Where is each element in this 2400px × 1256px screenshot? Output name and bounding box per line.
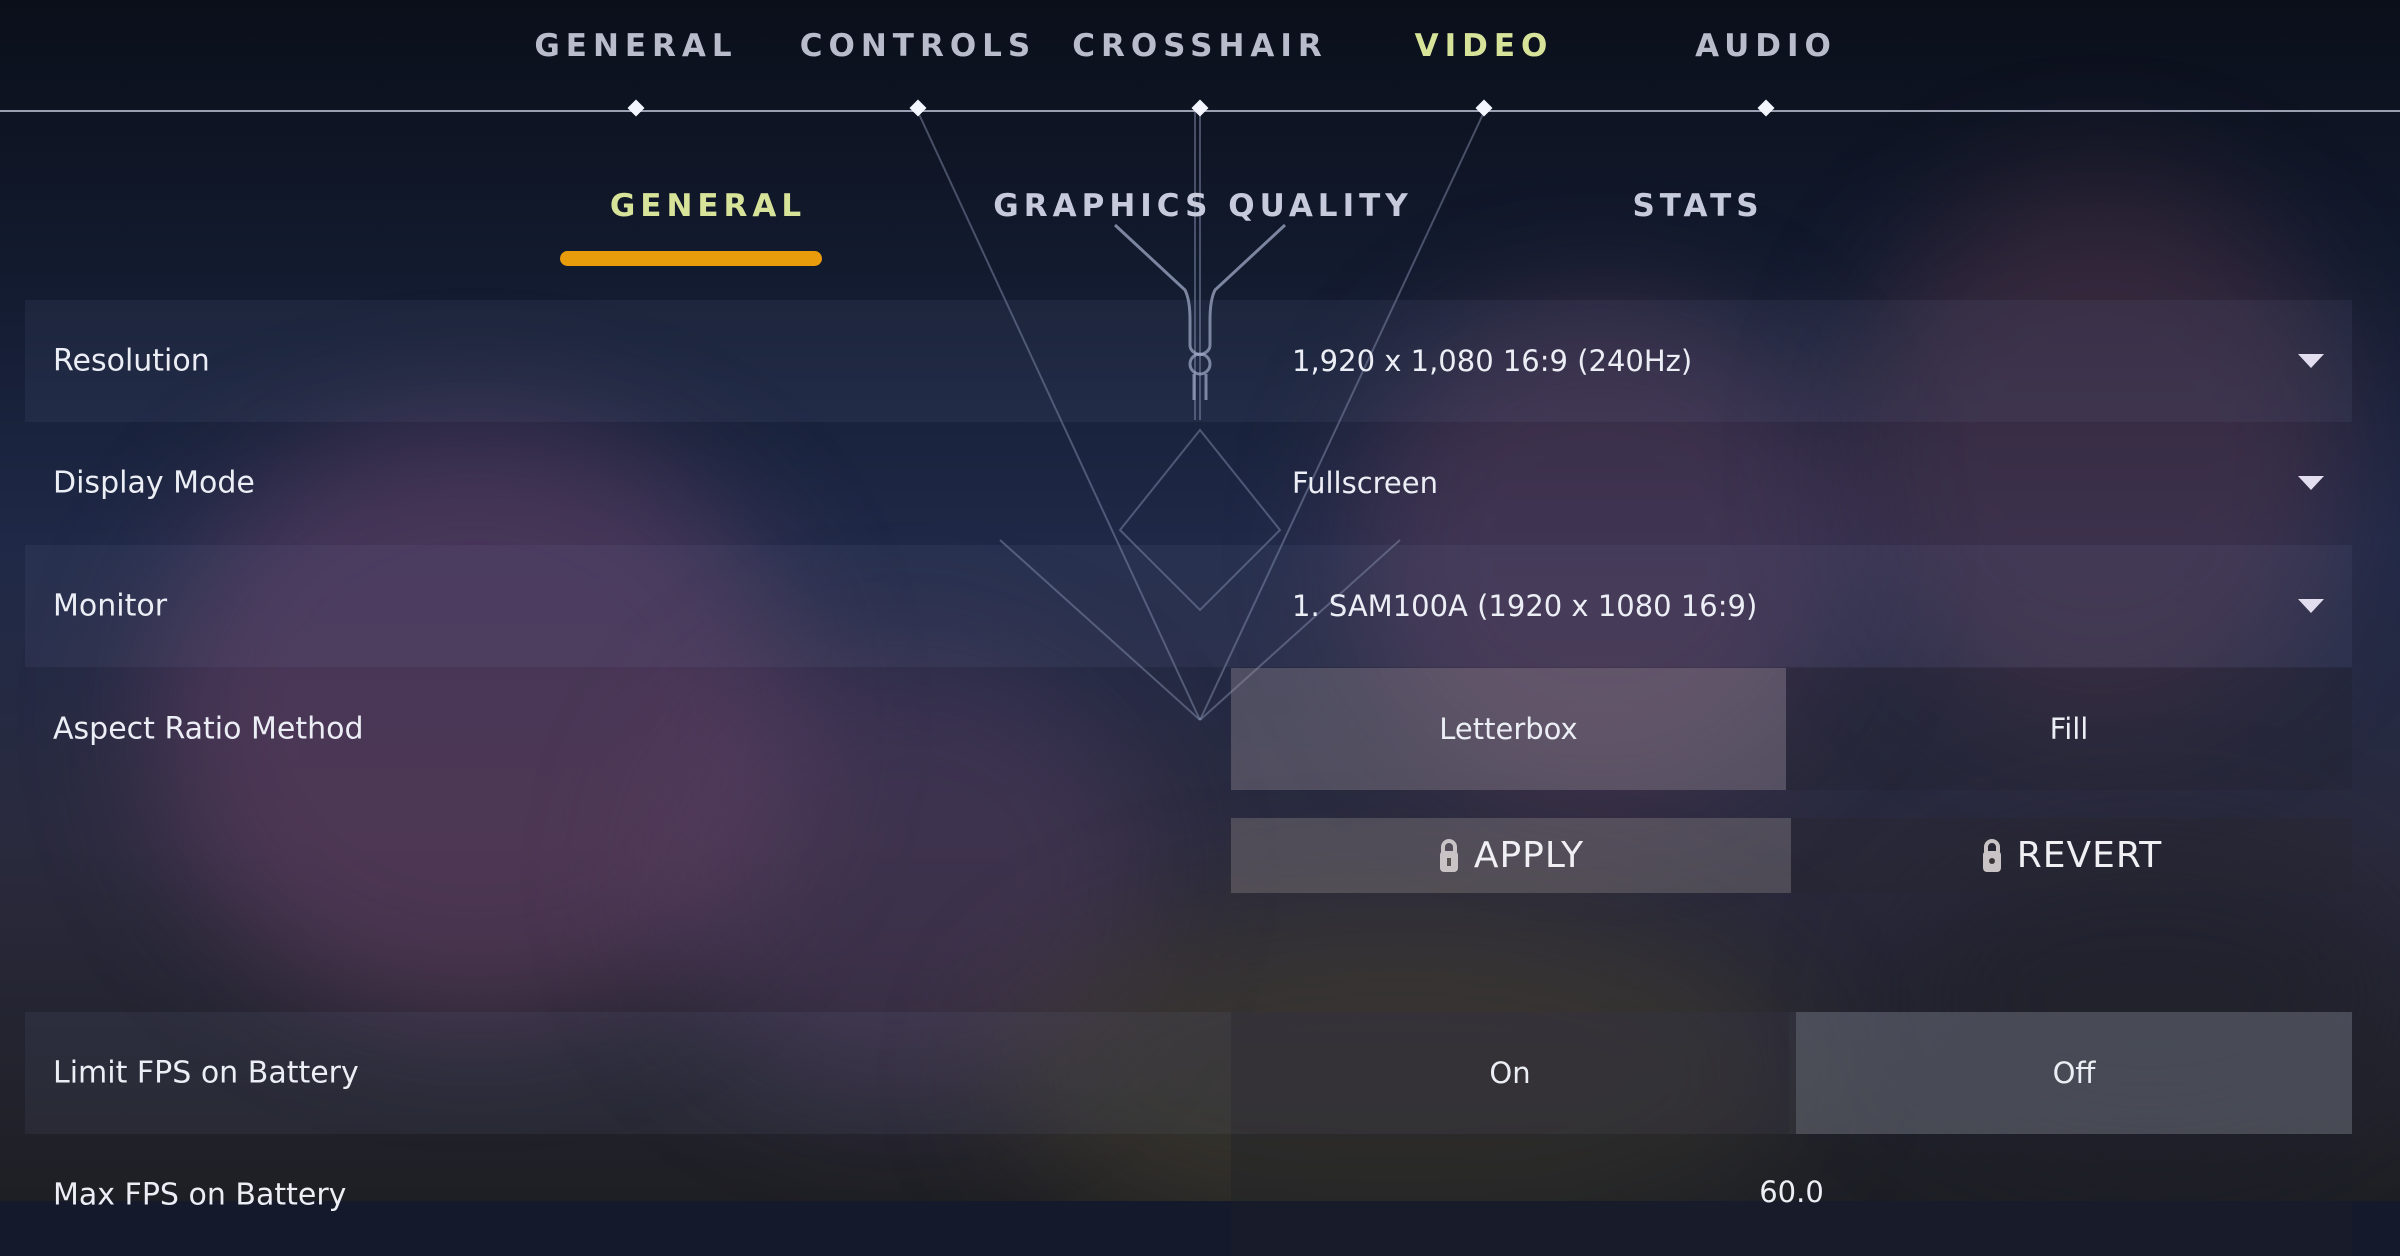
- limit-fps-option-on[interactable]: On: [1231, 1012, 1789, 1134]
- diamond-marker-icon: [909, 99, 927, 117]
- setting-label: Max FPS on Battery: [53, 1177, 347, 1213]
- diamond-marker-icon: [1757, 99, 1775, 117]
- setting-row-display-mode: Display Mode Fullscreen: [25, 422, 2352, 544]
- monitor-dropdown[interactable]: 1. SAM100A (1920 x 1080 16:9): [1230, 545, 2352, 667]
- setting-label: Resolution: [53, 343, 210, 379]
- chevron-down-icon: [2298, 599, 2324, 613]
- max-fps-input[interactable]: 60.0: [1231, 1134, 2352, 1256]
- limit-fps-option-off[interactable]: Off: [1796, 1012, 2352, 1134]
- setting-row-resolution: Resolution 1,920 x 1,080 16:9 (240Hz): [25, 300, 2352, 422]
- revert-label: REVERT: [2016, 835, 2163, 876]
- chevron-down-icon: [2298, 476, 2324, 490]
- sub-tab-general[interactable]: GENERAL: [610, 188, 806, 224]
- lock-icon: [1982, 838, 2001, 872]
- diamond-marker-icon: [627, 99, 645, 117]
- setting-label: Display Mode: [53, 465, 255, 501]
- setting-label: Monitor: [53, 588, 168, 624]
- top-tab-audio[interactable]: AUDIO: [1695, 28, 1837, 64]
- dropdown-value: 1. SAM100A (1920 x 1080 16:9): [1292, 589, 1758, 623]
- setting-label: Aspect Ratio Method: [53, 711, 364, 747]
- top-tab-crosshair[interactable]: CROSSHAIR: [1072, 28, 1328, 64]
- active-tab-underline: [560, 251, 822, 266]
- top-tab-video[interactable]: VIDEO: [1415, 28, 1554, 64]
- revert-button[interactable]: REVERT: [1791, 818, 2352, 893]
- diamond-marker-icon: [1475, 99, 1493, 117]
- display-mode-dropdown[interactable]: Fullscreen: [1230, 422, 2352, 544]
- max-fps-value: 60.0: [1759, 1175, 1824, 1209]
- apply-label: APPLY: [1473, 835, 1585, 876]
- setting-row-monitor: Monitor 1. SAM100A (1920 x 1080 16:9): [25, 545, 2352, 667]
- top-tab-controls[interactable]: CONTROLS: [800, 28, 1037, 64]
- apply-button[interactable]: APPLY: [1231, 818, 1791, 893]
- aspect-option-fill[interactable]: Fill: [1786, 668, 2352, 790]
- sub-tab-graphics-quality[interactable]: GRAPHICS QUALITY: [993, 188, 1412, 224]
- dropdown-value: Fullscreen: [1292, 466, 1438, 500]
- aspect-option-letterbox[interactable]: Letterbox: [1231, 668, 1786, 790]
- top-tab-general[interactable]: GENERAL: [534, 28, 737, 64]
- resolution-dropdown[interactable]: 1,920 x 1,080 16:9 (240Hz): [1230, 300, 2352, 422]
- sub-tab-stats[interactable]: STATS: [1632, 188, 1763, 224]
- top-navigation: GENERAL CONTROLS CROSSHAIR VIDEO AUDIO: [0, 0, 2400, 117]
- setting-label: Limit FPS on Battery: [53, 1055, 359, 1091]
- chevron-down-icon: [2298, 354, 2324, 368]
- lock-icon: [1439, 838, 1458, 872]
- diamond-marker-icon: [1191, 99, 1209, 117]
- dropdown-value: 1,920 x 1,080 16:9 (240Hz): [1292, 344, 1693, 378]
